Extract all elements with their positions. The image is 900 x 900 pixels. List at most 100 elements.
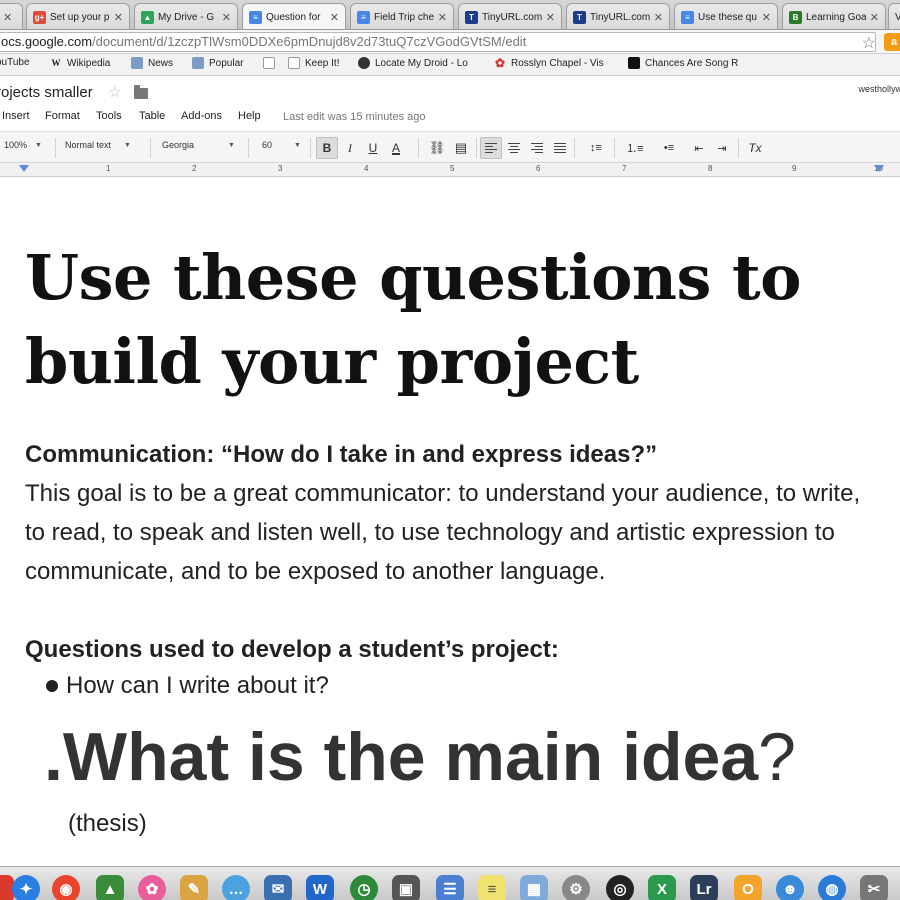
close-icon[interactable]: ✕ [654, 11, 663, 24]
safari-icon[interactable]: ✦ [12, 875, 40, 900]
account-name[interactable]: westhollyw [858, 84, 900, 94]
tab-3[interactable]: ≡ Question for ✕ [242, 3, 346, 29]
stickies-icon[interactable]: ≡ [478, 875, 506, 900]
iphoto-icon[interactable]: ✿ [138, 875, 166, 900]
bookmark-blank[interactable] [263, 57, 280, 69]
bookmark-keep-it[interactable]: Keep It! [288, 57, 339, 69]
close-icon[interactable]: ✕ [546, 11, 555, 24]
mail-icon[interactable]: ✉ [264, 875, 292, 900]
outlook-icon[interactable]: O [734, 875, 762, 900]
bookmark-youtube[interactable]: ouTube [0, 57, 30, 68]
last-edit-status[interactable]: Last edit was 15 minutes ago [283, 111, 425, 123]
align-left-button[interactable] [480, 137, 502, 159]
notes-icon[interactable]: ✎ [180, 875, 208, 900]
align-left-icon [485, 143, 497, 153]
close-icon[interactable]: ✕ [330, 11, 339, 24]
word-icon[interactable]: W [306, 875, 334, 900]
scanner-icon[interactable]: ▣ [392, 875, 420, 900]
communication-title: Communication: “How do I take in and exp… [25, 441, 658, 468]
decrease-indent-icon[interactable]: ⇤ [688, 137, 710, 159]
docs-icon: ≡ [357, 10, 370, 24]
bookmark-label: ouTube [0, 57, 30, 68]
globe-icon[interactable]: ◍ [818, 875, 846, 900]
bookmark-label: News [148, 57, 174, 69]
left-indent-marker[interactable] [19, 165, 29, 172]
menu-help[interactable]: Help [238, 110, 261, 122]
ruler[interactable]: 1 2 3 4 5 6 7 8 9 10 [0, 163, 900, 177]
font-size-select[interactable]: 60 ▼ [262, 140, 301, 150]
comment-icon[interactable]: ▤ [450, 137, 472, 159]
time-machine-icon[interactable]: ◷ [350, 875, 378, 900]
address-bar: ocs.google.com/document/d/1zczpTlWsm0DDX… [0, 30, 900, 54]
excel-icon[interactable]: X [648, 875, 676, 900]
bookmark-popular[interactable]: Popular [192, 57, 243, 69]
menu-add-ons[interactable]: Add-ons [181, 110, 222, 122]
amazon-extension-icon[interactable]: a [884, 33, 900, 51]
chrome-icon[interactable]: ◉ [52, 875, 80, 900]
link-icon[interactable]: ⛓ [426, 137, 448, 159]
bold-button[interactable]: B [316, 137, 338, 159]
preview-icon[interactable]: ▦ [520, 875, 548, 900]
close-icon[interactable]: ✕ [438, 11, 447, 24]
ruler-label: 5 [450, 164, 455, 173]
increase-indent-icon[interactable]: ⇥ [711, 137, 733, 159]
close-icon[interactable]: ✕ [114, 11, 123, 24]
lightroom-icon[interactable]: Lr [690, 875, 718, 900]
line-spacing-button[interactable]: ↕≡ [582, 137, 610, 159]
numbered-list-button[interactable]: ⒈≡ [620, 137, 650, 159]
tab-4[interactable]: ≡ Field Trip che ✕ [350, 3, 454, 29]
close-icon[interactable]: ✕ [3, 11, 12, 24]
divider [738, 138, 739, 158]
tinyurl-icon: T [465, 10, 478, 24]
underline-button[interactable]: U [362, 137, 384, 159]
document-body[interactable]: Use these questions to build your projec… [0, 178, 900, 866]
document-title[interactable]: rojects smaller [0, 84, 93, 101]
close-icon[interactable]: ✕ [222, 11, 231, 24]
close-icon[interactable]: ✕ [870, 11, 879, 24]
messages-icon[interactable]: … [222, 875, 250, 900]
zoom-select[interactable]: 100% ▼ [4, 140, 42, 150]
divider [418, 138, 419, 158]
bookmark-wikipedia[interactable]: W Wikipedia [50, 57, 111, 69]
bookmark-rosslyn[interactable]: ✿ Rosslyn Chapel - Vis [494, 56, 604, 70]
bulleted-list-button[interactable]: •≡ [654, 137, 684, 159]
tab-5[interactable]: T TinyURL.com ✕ [458, 3, 562, 29]
tab-7[interactable]: ≡ Use these qu ✕ [674, 3, 778, 29]
menu-tools[interactable]: Tools [96, 110, 122, 122]
tab-0[interactable]: ✕ [0, 3, 23, 29]
settings-icon[interactable]: ⚙ [562, 875, 590, 900]
tab-8[interactable]: B Learning Goa ✕ [782, 3, 886, 29]
italic-button[interactable]: I [339, 137, 361, 159]
menu-insert[interactable]: Insert [2, 110, 30, 122]
font-select[interactable]: Georgia ▼ [162, 140, 235, 150]
tab-label: V [895, 12, 900, 23]
style-select[interactable]: Normal text ▼ [65, 140, 131, 150]
justify-button[interactable] [549, 137, 571, 159]
page-icon [288, 57, 300, 69]
utility-icon[interactable]: ✂ [860, 875, 888, 900]
ruler-label: 3 [278, 164, 283, 173]
bookmark-star-icon[interactable]: ☆ [862, 33, 876, 53]
bookmark-chances-are[interactable]: Chances Are Song R [628, 57, 738, 69]
tab-9[interactable]: V [888, 3, 900, 29]
camera-icon[interactable]: ◎ [606, 875, 634, 900]
close-icon[interactable]: ✕ [762, 11, 771, 24]
photo-icon[interactable]: ▲ [96, 875, 124, 900]
contacts-icon[interactable]: ☰ [436, 875, 464, 900]
bookmark-news[interactable]: News [131, 57, 173, 69]
people-icon[interactable]: ☻ [776, 875, 804, 900]
url-field[interactable]: ocs.google.com/document/d/1zczpTlWsm0DDX… [0, 32, 876, 52]
star-icon[interactable]: ☆ [108, 83, 121, 101]
tab-1[interactable]: g+ Set up your p ✕ [26, 3, 130, 29]
align-center-button[interactable] [503, 137, 525, 159]
clear-formatting-button[interactable]: Tx [744, 137, 766, 159]
menu-table[interactable]: Table [139, 110, 165, 122]
align-right-button[interactable] [526, 137, 548, 159]
text-color-button[interactable]: A [385, 137, 407, 159]
folder-icon[interactable] [134, 85, 148, 99]
tab-2[interactable]: ▲ My Drive - G ✕ [134, 3, 238, 29]
right-indent-marker[interactable] [874, 165, 884, 172]
bookmark-locate-my-droid[interactable]: Locate My Droid - Lo [358, 57, 468, 69]
menu-format[interactable]: Format [45, 110, 80, 122]
tab-6[interactable]: T TinyURL.com ✕ [566, 3, 670, 29]
